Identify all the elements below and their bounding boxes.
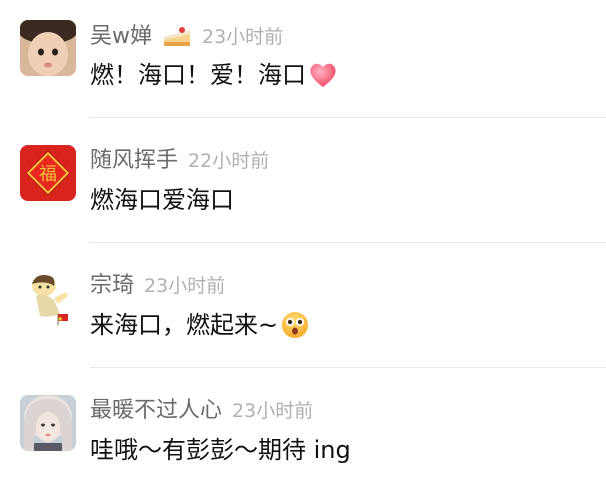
comment-header: 随风挥手 22小时前 xyxy=(90,146,269,176)
girl-photo-avatar xyxy=(20,395,76,451)
comment-text-line: 来海口，燃起来~ xyxy=(90,308,310,342)
divider xyxy=(90,117,606,118)
svg-text:福: 福 xyxy=(39,164,57,185)
comment-author[interactable]: 最暖不过人心 xyxy=(90,396,222,426)
cake-icon xyxy=(162,24,192,50)
avatar[interactable]: 福 xyxy=(20,145,76,201)
cartoon-character-avatar xyxy=(20,270,76,326)
comment-text-line: 哇哦～有彭彭～期待 ing xyxy=(90,433,351,467)
comment-time: 23小时前 xyxy=(232,400,314,422)
fu-character-avatar: 福 xyxy=(20,145,76,201)
divider xyxy=(90,367,606,368)
comment-header: 宗琦 23小时前 xyxy=(90,271,225,301)
comment-text: 燃海口爱海口 xyxy=(90,186,234,214)
child-photo-avatar xyxy=(20,20,76,76)
comment-time: 22小时前 xyxy=(188,150,270,172)
comment-time: 23小时前 xyxy=(144,275,226,297)
comment-text-line: 燃！海口！爱！海口 xyxy=(90,58,338,92)
comment-header: 吴w婵 23小时前 xyxy=(90,22,283,52)
avatar[interactable] xyxy=(20,20,76,76)
comment-text-line: 燃海口爱海口 xyxy=(90,183,234,217)
comment-header: 最暖不过人心 23小时前 xyxy=(90,396,313,426)
comment-time: 23小时前 xyxy=(202,26,284,48)
avatar[interactable] xyxy=(20,270,76,326)
divider xyxy=(90,242,606,243)
comment-text: 燃！海口！爱！海口 xyxy=(90,61,306,89)
comment-author[interactable]: 随风挥手 xyxy=(90,146,178,176)
comment-text: 来海口，燃起来~ xyxy=(90,311,279,339)
avatar[interactable] xyxy=(20,395,76,451)
comment-author[interactable]: 宗琦 xyxy=(90,271,134,301)
comment-text: 哇哦～有彭彭～期待 ing xyxy=(90,436,351,464)
surprised-face-icon xyxy=(280,310,310,340)
heart-icon xyxy=(308,60,338,90)
comment-author[interactable]: 吴w婵 xyxy=(90,22,152,52)
